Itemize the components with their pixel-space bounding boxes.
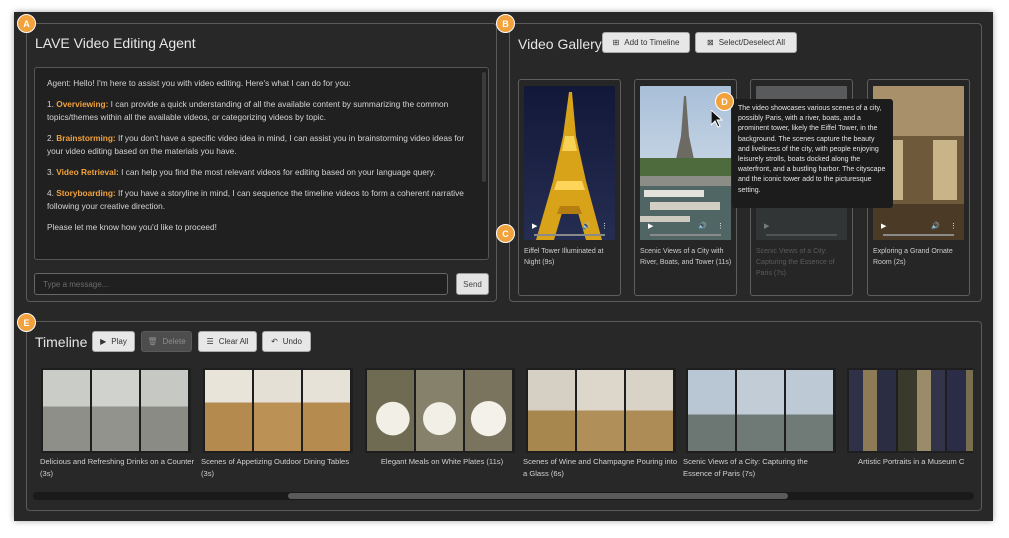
video-controls: ▶ 🔊 ⋮ [873,216,964,240]
clip-frame [577,370,624,451]
timeline-scrollbar-thumb[interactable] [288,493,788,499]
video-caption: Scenic Views of a City with River, Boats… [640,248,732,266]
play-label: Play [111,337,127,346]
clip-frame [141,370,188,451]
clip-frame [205,370,252,451]
clip-frame [737,370,784,451]
timeline-title: Timeline [35,334,88,350]
video-seekbar[interactable] [650,234,721,236]
video-controls: ▶ 🔊 ⋮ [640,216,731,240]
timeline-clip[interactable] [526,368,676,453]
timeline-clip[interactable] [41,368,191,453]
video-caption: Eiffel Tower Illuminated at Night (9s) [524,248,604,266]
timeline-clip[interactable] [203,368,353,453]
select-deselect-all-button[interactable]: ⊠ Select/Deselect All [695,32,797,53]
agent-closing: Please let me know how you'd like to pro… [47,222,217,232]
checkbox-icon: ⊠ [707,38,714,47]
clip-frame [528,370,575,451]
video-caption: Scenic Views of a City: Capturing the Es… [756,248,835,277]
clip-frame [786,370,833,451]
clip-frame [849,370,896,451]
more-icon[interactable]: ⋮ [950,222,957,230]
gallery-title: Video Gallery [518,36,602,52]
undo-label: Undo [282,337,302,346]
timeline-clip[interactable] [365,368,515,453]
capability-video-retrieval: Video Retrieval: [56,167,119,177]
chat-item: 1. Overviewing: I can provide a quick un… [47,99,449,122]
capability-overviewing: Overviewing: [56,99,109,109]
clip-frame [947,370,973,451]
marker-c: C [496,224,515,243]
undo-icon: ↶ [271,337,278,346]
more-icon[interactable]: ⋮ [601,222,608,230]
clip-frame [43,370,90,451]
video-card[interactable]: ▶ 🔊 ⋮ Eiffel Tower Illuminated at Night … [518,79,621,296]
more-icon[interactable]: ⋮ [717,222,724,230]
clip-frame [416,370,463,451]
timeline-scrollbar[interactable] [33,492,974,500]
trash-icon: 🗑 [147,337,158,346]
play-icon[interactable]: ▶ [881,222,886,230]
video-caption: Exploring a Grand Ornate Room (2s) [873,248,953,266]
send-button[interactable]: Send [456,273,489,295]
clip-frame [367,370,414,451]
play-button[interactable]: ▶ Play [92,331,135,352]
clip-caption: Scenes of Wine and Champagne Pouring int… [523,457,678,478]
add-to-timeline-label: Add to Timeline [624,38,680,47]
video-controls: ▶ 🔊 ⋮ [524,216,615,240]
clip-frame [626,370,673,451]
add-to-timeline-button[interactable]: ⊞ Add to Timeline [602,32,690,53]
volume-icon[interactable]: 🔊 [582,222,591,230]
agent-panel-title: LAVE Video Editing Agent [35,35,196,51]
chat-scrollbar[interactable] [482,72,486,182]
agent-intro: Agent: Hello! I'm here to assist you wit… [47,78,351,88]
clear-all-button[interactable]: ☰ Clear All [198,331,257,352]
chat-item: 2. Brainstorming: If you don't have a sp… [47,133,465,156]
list-icon: ☰ [206,337,214,346]
play-icon: ▶ [100,337,107,346]
add-icon: ⊞ [612,38,620,47]
agent-panel: LAVE Video Editing Agent Agent: Hello! I… [26,23,497,302]
clip-frame [254,370,301,451]
delete-button[interactable]: 🗑 Delete [141,331,192,352]
timeline-clip[interactable] [847,368,973,453]
volume-icon[interactable]: 🔊 [698,222,707,230]
chat-item: 3. Video Retrieval: I can help you find … [47,167,436,177]
clear-all-label: Clear All [218,337,249,346]
clip-caption: Elegant Meals on White Plates (11s) [380,457,504,466]
clip-frame [688,370,735,451]
clip-frame [92,370,139,451]
video-controls: ▶ [756,216,847,240]
clip-frame [898,370,945,451]
app-window: A LAVE Video Editing Agent Agent: Hello!… [14,12,993,521]
video-seekbar[interactable] [766,234,837,236]
play-icon[interactable]: ▶ [648,222,653,230]
video-seekbar[interactable] [883,234,954,236]
play-icon[interactable]: ▶ [532,222,537,230]
clip-frame [465,370,512,451]
clip-caption: Artistic Portraits in a Museum C [858,457,965,466]
message-input[interactable] [34,273,448,295]
video-seekbar[interactable] [534,234,605,236]
marker-d: D [715,92,734,111]
select-deselect-all-label: Select/Deselect All [718,38,785,47]
capability-brainstorming: Brainstorming: [56,133,116,143]
mouse-pointer-icon [711,110,723,128]
play-icon[interactable]: ▶ [764,222,769,230]
undo-button[interactable]: ↶ Undo [262,331,311,352]
delete-label: Delete [162,337,186,346]
timeline-clip[interactable] [686,368,836,453]
marker-e: E [17,313,36,332]
clip-caption: Scenic Views of a City: Capturing the Es… [683,457,808,478]
marker-a: A [17,14,36,33]
marker-b: B [496,14,515,33]
chat-transcript[interactable]: Agent: Hello! I'm here to assist you wit… [34,67,489,260]
volume-icon[interactable]: 🔊 [931,222,940,230]
clip-frame [303,370,350,451]
clip-caption: Delicious and Refreshing Drinks on a Cou… [40,457,195,478]
capability-storyboarding: Storyboarding: [56,188,116,198]
clip-caption: Scenes of Appetizing Outdoor Dining Tabl… [201,457,350,478]
chat-item: 4. Storyboarding: If you have a storylin… [47,188,464,211]
video-summary-tooltip: The video showcases various scenes of a … [732,99,893,208]
